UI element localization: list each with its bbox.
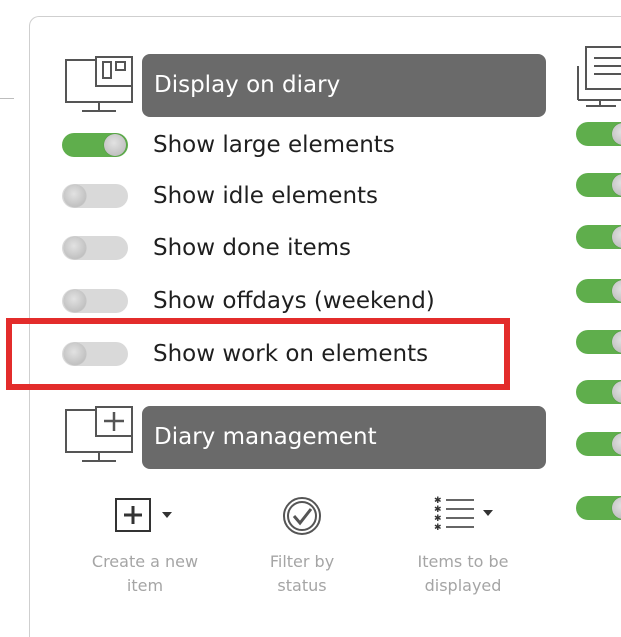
toggle-knob [64,290,86,312]
toggle-knob [612,123,621,145]
offdays-toggle[interactable] [62,289,128,313]
right-column-toggle[interactable] [576,122,621,146]
large-elements-toggle[interactable] [62,133,128,157]
toggle-label: Show done items [153,235,352,261]
filter-status-label-line1: Filter by [269,552,335,571]
right-column-toggle[interactable] [576,225,621,249]
idle-elements-toggle[interactable] [62,184,128,208]
check-circle-icon [283,497,321,535]
management-monitor-icon [65,406,133,462]
toggle-knob [64,237,86,259]
create-item-label-line1: Create a new [91,552,199,571]
toggle-knob [612,174,621,196]
toggle-label: Show offdays (weekend) [153,288,435,314]
right-column-toggle[interactable] [576,173,621,197]
create-item-tool[interactable] [110,496,180,536]
right-column-toggle[interactable] [576,496,621,520]
svg-text:✱: ✱ [434,523,442,533]
right-column-toggle[interactable] [576,330,621,354]
toggle-label: Show idle elements [153,183,379,209]
filter-status-tool[interactable] [280,494,324,538]
highlight-annotation-box [6,318,510,390]
management-section-header: Diary management [142,406,546,469]
toggle-label: Show large elements [153,132,395,158]
toggle-knob [64,185,86,207]
items-displayed-label-line1: Items to be [417,552,509,571]
right-column-toggle[interactable] [576,380,621,404]
display-monitor-icon [65,56,133,112]
list-icon: ✱ ✱ ✱ ✱ [434,496,493,533]
right-column-toggle[interactable] [576,432,621,456]
add-box-icon [115,498,172,532]
toggle-knob [612,497,621,519]
toggle-knob [104,134,126,156]
left-divider [0,98,14,99]
display-section-header: Display on diary [142,54,546,117]
toggle-knob [612,280,621,302]
toggle-knob [612,331,621,353]
toggle-knob [612,226,621,248]
items-displayed-label-line2: displayed [424,576,502,595]
right-column-monitor-icon [577,46,621,107]
filter-status-label-line2: status [277,576,327,595]
done-items-toggle[interactable] [62,236,128,260]
toggle-knob [612,381,621,403]
toggle-knob [612,433,621,455]
create-item-label-line2: item [126,576,164,595]
items-displayed-tool[interactable]: ✱ ✱ ✱ ✱ [430,494,500,534]
right-column-toggle[interactable] [576,279,621,303]
